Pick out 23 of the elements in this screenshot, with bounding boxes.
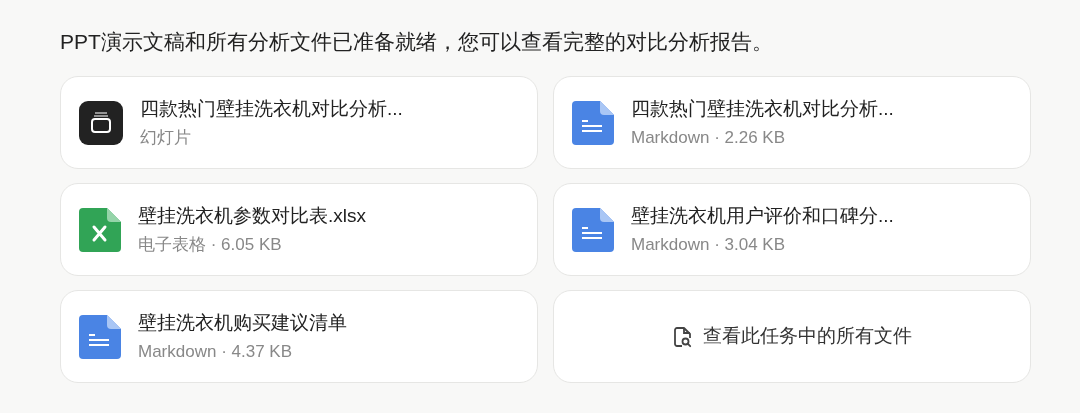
file-card[interactable]: 四款热门壁挂洗衣机对比分析... 幻灯片: [60, 76, 538, 169]
spreadsheet-icon: [79, 207, 121, 252]
file-card[interactable]: 壁挂洗衣机参数对比表.xlsx 电子表格 · 6.05 KB: [60, 183, 538, 276]
file-name: 壁挂洗衣机用户评价和口碑分...: [631, 203, 894, 228]
message-text: PPT演示文稿和所有分析文件已准备就绪，您可以查看完整的对比分析报告。: [60, 29, 774, 55]
file-meta: Markdown · 2.26 KB: [631, 126, 786, 149]
file-card[interactable]: 四款热门壁挂洗衣机对比分析... Markdown · 2.26 KB: [553, 76, 1031, 169]
file-card[interactable]: 壁挂洗衣机用户评价和口碑分... Markdown · 3.04 KB: [553, 183, 1031, 276]
file-meta: Markdown · 3.04 KB: [631, 233, 786, 256]
file-meta: Markdown · 4.37 KB: [138, 340, 293, 363]
view-all-files-button[interactable]: 查看此任务中的所有文件: [553, 290, 1031, 383]
file-search-icon: [672, 325, 693, 348]
file-name: 壁挂洗衣机购买建议清单: [138, 310, 347, 335]
file-meta: 幻灯片: [140, 126, 192, 149]
file-name: 四款热门壁挂洗衣机对比分析...: [631, 96, 894, 121]
document-icon: [572, 100, 614, 145]
file-card[interactable]: 壁挂洗衣机购买建议清单 Markdown · 4.37 KB: [60, 290, 538, 383]
document-icon: [79, 314, 121, 359]
slides-icon: [79, 100, 123, 145]
document-icon: [572, 207, 614, 252]
file-meta: 电子表格 · 6.05 KB: [138, 233, 283, 256]
file-name: 壁挂洗衣机参数对比表.xlsx: [138, 203, 366, 228]
file-name: 四款热门壁挂洗衣机对比分析...: [140, 96, 403, 121]
